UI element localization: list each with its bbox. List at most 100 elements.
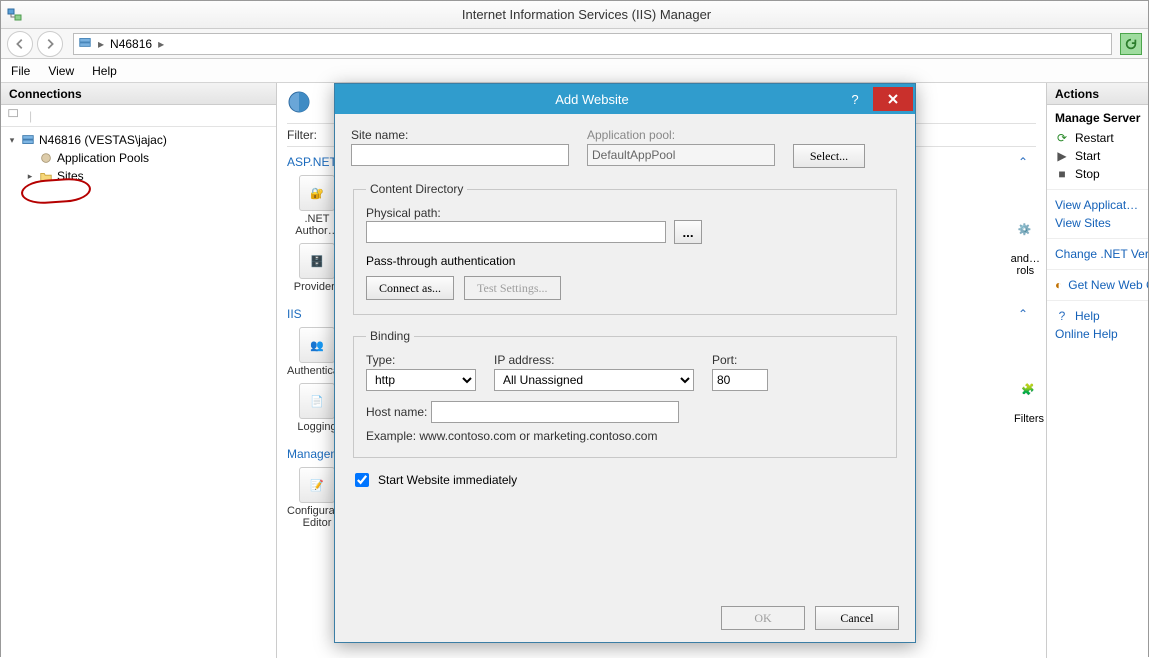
action-change-net-version[interactable]: Change .NET Version [1055,245,1140,263]
feature-label: Filters [1014,413,1044,425]
ok-button: OK [721,606,805,630]
connect-icon[interactable] [7,107,21,124]
menu-help[interactable]: Help [92,64,117,78]
action-stop[interactable]: ■ Stop [1055,165,1140,183]
feature-label: and… [1011,253,1040,265]
action-label: Stop [1075,167,1100,181]
breadcrumb-server-icon [78,35,92,52]
connect-as-button[interactable]: Connect as... [366,276,454,300]
action-label: View Sites [1055,216,1111,230]
physical-path-label: Physical path: [366,206,441,220]
app-pools-icon [39,151,53,165]
action-label: Restart [1075,131,1114,145]
start-immediately-checkbox[interactable] [355,473,369,487]
tree-server-node[interactable]: ▾ N46816 (VESTAS\jajac) [7,131,270,149]
action-start[interactable]: ▶ Start [1055,147,1140,165]
action-restart[interactable]: ⟳ Restart [1055,129,1140,147]
ip-label: IP address: [494,353,694,367]
breadcrumb[interactable]: ▸ N46816 ▸ [73,33,1112,55]
type-select[interactable]: http [366,369,476,391]
action-online-help[interactable]: Online Help [1055,325,1140,343]
host-name-label: Host name: [366,405,427,419]
menubar: File View Help [1,59,1148,83]
server-icon [21,133,35,147]
feature-icon: 📝 [299,467,335,503]
tree-app-pools-node[interactable]: Application Pools [7,149,270,167]
action-get-new-components[interactable]: ◐ Get New Web Components [1055,276,1140,294]
nav-forward-button[interactable] [37,31,63,57]
feature-isapi-filters[interactable]: 🧩 Filters [1014,383,1044,425]
divider: | [29,109,32,123]
physical-path-input[interactable] [366,221,666,243]
action-view-sites[interactable]: View Sites [1055,214,1140,232]
tree-sites-node[interactable]: ▸ Sites [7,167,270,185]
start-immediately-label: Start Website immediately [378,473,517,487]
feature-icon: 🧩 [1014,383,1042,411]
port-input[interactable] [712,369,768,391]
site-name-label: Site name: [351,128,569,142]
site-name-input[interactable] [351,144,569,166]
dialog-titlebar[interactable]: Add Website ? [335,84,915,114]
feature-icon: 🗄️ [299,243,335,279]
navbar: ▸ N46816 ▸ [1,29,1148,59]
action-label: Start [1075,149,1100,163]
feature-partial[interactable]: ⚙️ and… rols [1011,223,1040,277]
window-title: Internet Information Services (IIS) Mana… [31,7,1142,22]
action-help[interactable]: ? Help [1055,307,1140,325]
connections-header: Connections [1,83,276,105]
dialog-body: Site name: Application pool: . Select...… [335,114,915,642]
expander-icon[interactable]: ▸ [25,167,35,185]
action-label: Change .NET Version [1055,247,1148,261]
feature-icon: 👥 [299,327,335,363]
server-home-icon [287,90,311,117]
action-label: Get New Web Components [1068,278,1148,292]
host-name-input[interactable] [431,401,679,423]
connections-tree: ▾ N46816 (VESTAS\jajac) Application Pool… [1,127,276,189]
feature-icon: ⚙️ [1011,223,1039,251]
section-iis: IIS [287,307,302,321]
add-website-dialog: Add Website ? Site name: Application poo… [334,83,916,643]
binding-group: Binding Type: http IP address: All Unass… [353,329,897,458]
nav-back-button[interactable] [7,31,33,57]
chevron-up-icon[interactable]: ⌃ [1018,307,1028,321]
action-label: Online Help [1055,327,1118,341]
actions-panel: Actions Manage Server ⟳ Restart ▶ Start … [1046,83,1148,658]
breadcrumb-sep-icon: ▸ [98,37,104,51]
connections-toolbar: | [1,105,276,127]
help-icon: ? [1055,309,1069,323]
start-immediately-row[interactable]: Start Website immediately [351,470,899,490]
host-name-example: Example: www.contoso.com or marketing.co… [366,429,884,443]
iis-manager-icon [7,7,23,23]
action-label: View Applicat… [1055,198,1138,212]
titlebar: Internet Information Services (IIS) Mana… [1,1,1148,29]
ip-select[interactable]: All Unassigned [494,369,694,391]
action-view-applications[interactable]: View Applicat… [1055,196,1140,214]
expander-icon[interactable]: ▾ [7,131,17,149]
menu-file[interactable]: File [11,64,30,78]
passthrough-auth-label: Pass-through authentication [366,254,884,268]
select-app-pool-button[interactable]: Select... [793,144,865,168]
feature-icon: 📄 [299,383,335,419]
filter-label: Filter: [287,128,317,142]
breadcrumb-server[interactable]: N46816 [110,37,152,51]
actions-manage-server-heading: Manage Server [1055,111,1140,125]
feature-label: rols [1011,265,1040,277]
dialog-close-button[interactable] [873,87,913,111]
dialog-help-button[interactable]: ? [839,88,871,110]
content-directory-group: Content Directory Physical path: ... Pas… [353,182,897,315]
menu-view[interactable]: View [48,64,74,78]
action-label: Help [1075,309,1100,323]
breadcrumb-sep-icon: ▸ [158,37,164,51]
dialog-title: Add Website [345,92,839,107]
start-icon: ▶ [1055,149,1069,163]
chevron-up-icon[interactable]: ⌃ [1018,155,1028,169]
app-pool-label: Application pool: [587,128,775,142]
actions-header: Actions [1047,83,1148,105]
test-settings-button: Test Settings... [464,276,561,300]
browse-button[interactable]: ... [674,220,702,244]
sites-folder-icon [39,169,53,183]
binding-legend: Binding [366,329,414,343]
tree-app-pools-label: Application Pools [57,149,149,167]
cancel-button[interactable]: Cancel [815,606,899,630]
refresh-button[interactable] [1120,33,1142,55]
